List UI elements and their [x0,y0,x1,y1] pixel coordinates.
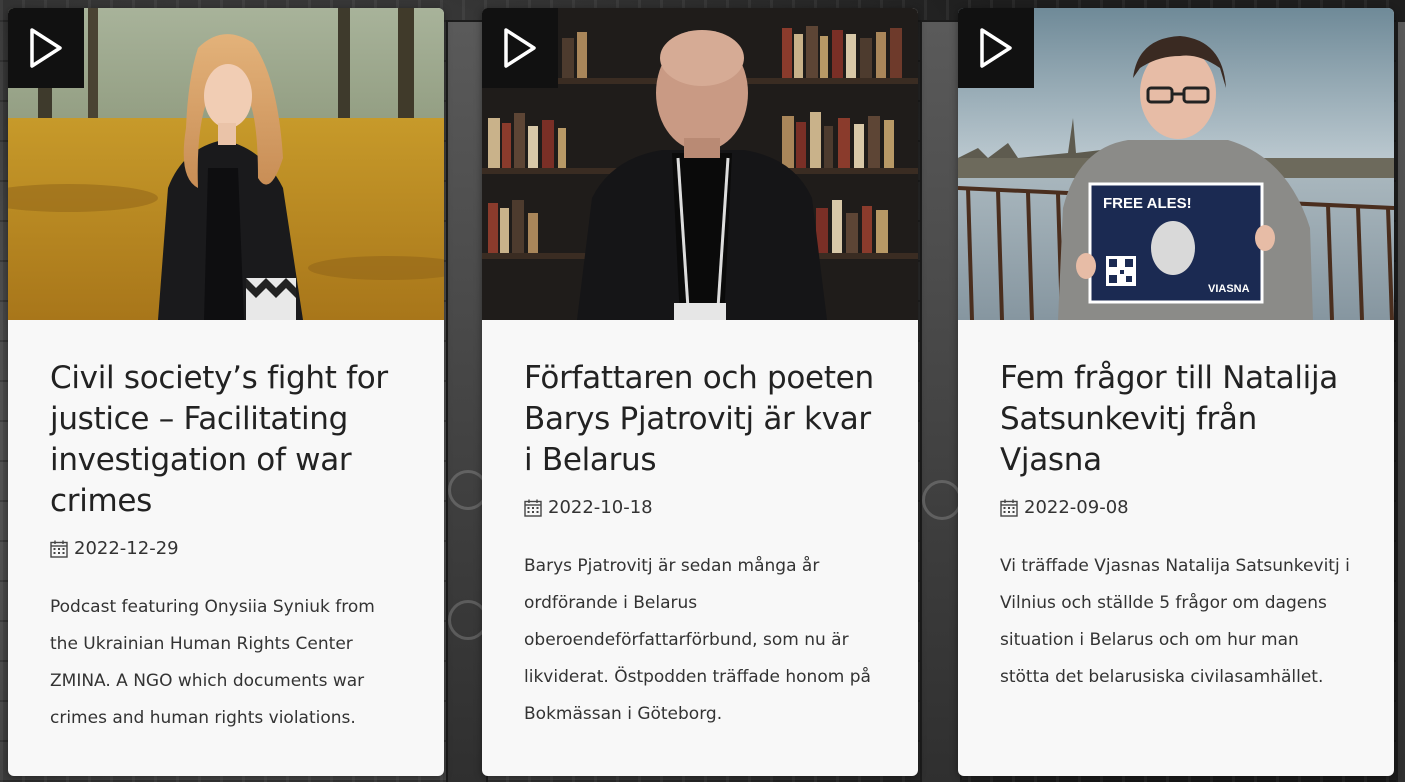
sign-brand: VIASNA [1208,283,1250,295]
card-thumbnail[interactable] [8,8,444,320]
play-button[interactable] [8,8,84,88]
podcast-grid-page: Civil society’s fight for justice – Faci… [0,0,1405,782]
card-date-text: 2022-12-29 [74,538,179,559]
card-thumbnail[interactable] [482,8,918,320]
card-description: Barys Pjatrovitj är sedan många år ordfö… [524,556,871,724]
card-description: Podcast featuring Onysiia Syniuk from th… [50,597,375,728]
card-body: Författaren och poeten Barys Pjatrovitj … [482,320,918,733]
card-date: 2022-09-08 [1000,497,1352,518]
calendar-icon [524,499,542,517]
card-date-text: 2022-10-18 [548,497,653,518]
card-description: Vi träffade Vjasnas Natalija Satsunkevit… [1000,556,1350,687]
play-icon [30,28,62,68]
background-speaker [922,480,962,520]
podcast-card[interactable]: FREE ALES! VIASNA Fem frågor till Natali… [958,8,1394,776]
card-body: Civil society’s fight for justice – Faci… [8,320,444,737]
podcast-card[interactable]: Civil society’s fight for justice – Faci… [8,8,444,776]
podcast-card[interactable]: Författaren och poeten Barys Pjatrovitj … [482,8,918,776]
card-body: Fem frågor till Natalija Satsunkevitj fr… [958,320,1394,696]
card-title[interactable]: Civil society’s fight for justice – Faci… [50,358,402,522]
calendar-icon [50,540,68,558]
card-title[interactable]: Författaren och poeten Barys Pjatrovitj … [524,358,876,481]
play-button[interactable] [482,8,558,88]
play-button[interactable] [958,8,1034,88]
background-panel [1396,20,1405,782]
calendar-icon [1000,499,1018,517]
card-date: 2022-12-29 [50,538,402,559]
card-date-text: 2022-09-08 [1024,497,1129,518]
background-panel [920,20,962,782]
card-thumbnail[interactable]: FREE ALES! VIASNA [958,8,1394,320]
card-title[interactable]: Fem frågor till Natalija Satsunkevitj fr… [1000,358,1352,481]
card-date: 2022-10-18 [524,497,876,518]
sign-heading: FREE ALES! [1103,195,1192,212]
play-icon [980,28,1012,68]
play-icon [504,28,536,68]
